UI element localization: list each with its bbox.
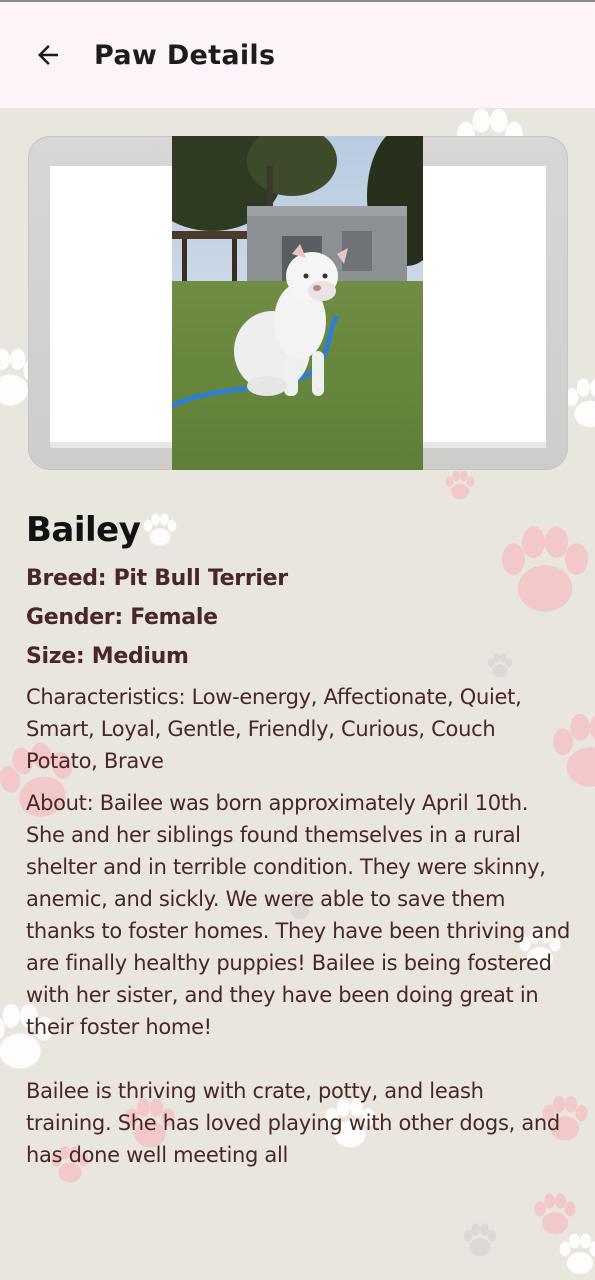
page-title: Paw Details	[94, 39, 276, 71]
pet-details: Bailey Breed: Pit Bull Terrier Gender: F…	[26, 510, 571, 1171]
pet-breed: Breed: Pit Bull Terrier	[26, 566, 288, 591]
pet-characteristics: Characteristics: Low-energy, Affectionat…	[26, 685, 522, 773]
pet-about-more: Bailee is thriving with crate, potty, an…	[26, 1079, 560, 1167]
pet-about: About: Bailee was born approximately Apr…	[26, 791, 571, 1039]
pet-size: Size: Medium	[26, 644, 189, 669]
pet-photo[interactable]	[172, 136, 423, 470]
dog-photo-image	[172, 136, 423, 470]
back-button[interactable]	[24, 31, 72, 79]
pet-name: Bailey	[26, 510, 141, 550]
arrow-left-icon	[38, 45, 58, 65]
pet-gender: Gender: Female	[26, 605, 218, 630]
app-bar: Paw Details	[0, 2, 595, 108]
